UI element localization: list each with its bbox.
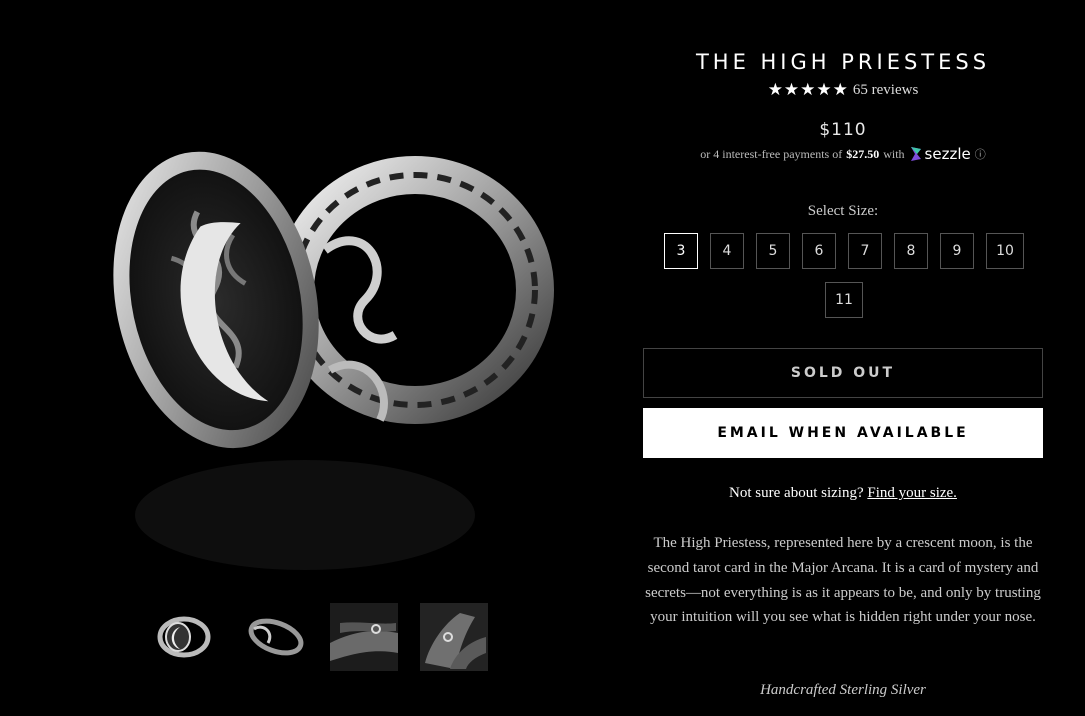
- size-option-8[interactable]: 8: [894, 233, 928, 269]
- sezzle-logo: sezzle: [909, 145, 971, 163]
- product-gallery: [0, 0, 640, 716]
- thumbnail-strip: [150, 603, 488, 671]
- sizing-help: Not sure about sizing? Find your size.: [642, 485, 1044, 502]
- sold-out-button[interactable]: SOLD OUT: [643, 348, 1043, 398]
- star-icons: ★★★★★: [767, 80, 849, 99]
- size-option-6[interactable]: 6: [802, 233, 836, 269]
- rating-summary[interactable]: ★★★★★ 65 reviews: [642, 80, 1044, 100]
- size-selector: 3 4 5 6 7 8 9 10 11: [656, 233, 1032, 318]
- installment-prefix: or 4 interest-free payments of: [700, 146, 843, 161]
- find-size-link[interactable]: Find your size.: [867, 485, 957, 501]
- installment-info: or 4 interest-free payments of $27.50 wi…: [642, 145, 1044, 163]
- size-label: Select Size:: [807, 203, 879, 219]
- size-option-10[interactable]: 10: [986, 233, 1024, 269]
- email-when-available-button[interactable]: EMAIL WHEN AVAILABLE: [643, 408, 1043, 458]
- size-option-5[interactable]: 5: [756, 233, 790, 269]
- material-note: Handcrafted Sterling Silver: [760, 682, 926, 698]
- product-description: The High Priestess, represented here by …: [645, 535, 1041, 626]
- product-price: $110: [819, 120, 867, 140]
- sezzle-icon: [910, 147, 921, 161]
- thumbnail-hand-1[interactable]: [330, 603, 398, 671]
- thumbnail-ring-front[interactable]: [150, 603, 218, 671]
- product-title: THE HIGH PRIESTESS: [695, 50, 991, 74]
- thumbnail-ring-side[interactable]: [240, 603, 308, 671]
- sezzle-wordmark: sezzle: [924, 145, 971, 163]
- sizing-help-text: Not sure about sizing?: [729, 485, 864, 501]
- review-count[interactable]: 65 reviews: [853, 82, 918, 99]
- info-icon[interactable]: ⓘ: [975, 146, 986, 162]
- installment-with: with: [883, 146, 905, 161]
- installment-amount: $27.50: [846, 146, 880, 161]
- size-option-11[interactable]: 11: [825, 282, 863, 318]
- size-option-4[interactable]: 4: [710, 233, 744, 269]
- size-option-7[interactable]: 7: [848, 233, 882, 269]
- size-option-9[interactable]: 9: [940, 233, 974, 269]
- ring-illustration: [113, 151, 554, 570]
- size-option-3[interactable]: 3: [664, 233, 698, 269]
- main-product-image[interactable]: [95, 130, 555, 580]
- thumbnail-hand-2[interactable]: [420, 603, 488, 671]
